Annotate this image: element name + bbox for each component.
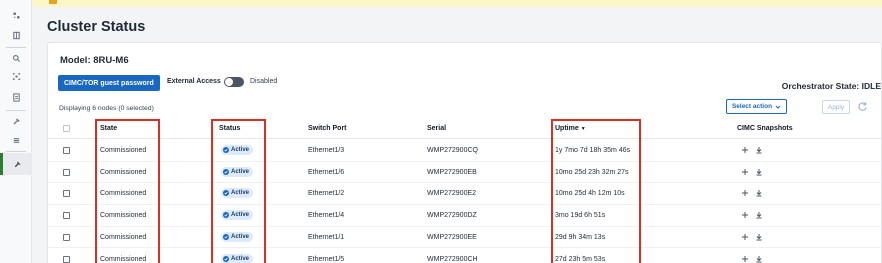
status-label: Active bbox=[231, 233, 250, 240]
table-row[interactable]: Commissioned Active Ethernet1/4 WMP27290… bbox=[48, 205, 882, 227]
status-badge: Active bbox=[221, 210, 254, 221]
serial-cell: WMP272900EB bbox=[427, 168, 477, 176]
row-checkbox[interactable] bbox=[63, 190, 70, 198]
serial-cell: WMP272900DZ bbox=[427, 212, 477, 220]
chevron-down-icon bbox=[775, 105, 781, 109]
uptime-cell: 29d 9h 34m 13s bbox=[555, 233, 606, 241]
switch-port-cell: Ethernet1/1 bbox=[308, 233, 345, 241]
serial-cell: WMP272900EE bbox=[427, 233, 477, 241]
book-icon[interactable] bbox=[0, 24, 32, 46]
status-label: Active bbox=[231, 190, 250, 197]
state-cell: Commissioned bbox=[100, 233, 147, 241]
sort-arrow-icon: ▼ bbox=[580, 126, 586, 132]
status-label: Active bbox=[231, 255, 250, 262]
row-checkbox[interactable] bbox=[63, 212, 70, 220]
page-title: Cluster Status bbox=[47, 19, 146, 35]
switch-port-cell: Ethernet1/3 bbox=[308, 147, 345, 154]
plus-icon[interactable] bbox=[741, 211, 749, 219]
serial-cell: WMP272900CQ bbox=[427, 147, 478, 154]
uptime-cell: 27d 23h 5m 53s bbox=[555, 255, 606, 263]
plus-icon[interactable] bbox=[741, 255, 749, 263]
state-cell: Commissioned bbox=[100, 255, 147, 263]
document-icon[interactable] bbox=[0, 86, 32, 108]
download-icon[interactable] bbox=[755, 233, 763, 241]
wrench-icon[interactable] bbox=[0, 153, 32, 175]
row-checkbox[interactable] bbox=[63, 255, 70, 263]
table-row[interactable]: Commissioned Active Ethernet1/2 WMP27290… bbox=[48, 183, 882, 206]
switch-port-cell: Ethernet1/4 bbox=[308, 212, 345, 220]
status-badge: Active bbox=[221, 166, 254, 177]
status-label: Active bbox=[231, 147, 250, 153]
row-checkbox[interactable] bbox=[63, 168, 70, 176]
plus-icon[interactable] bbox=[741, 189, 749, 197]
table-row[interactable]: Commissioned Active Ethernet1/6 WMP27290… bbox=[48, 162, 882, 184]
column-status[interactable]: Status bbox=[219, 125, 240, 132]
state-cell: Commissioned bbox=[100, 168, 147, 176]
warning-banner bbox=[32, 0, 882, 7]
status-badge: Active bbox=[221, 145, 254, 155]
check-circle-icon bbox=[223, 190, 229, 197]
refresh-icon[interactable] bbox=[857, 101, 868, 112]
state-cell: Commissioned bbox=[100, 147, 147, 154]
state-cell: Commissioned bbox=[100, 190, 147, 198]
column-serial[interactable]: Serial bbox=[427, 125, 446, 132]
check-circle-icon bbox=[223, 212, 229, 219]
table-row[interactable]: Commissioned Active Ethernet1/5 WMP27290… bbox=[48, 249, 882, 263]
select-action-button[interactable]: Select action bbox=[726, 99, 787, 114]
serial-cell: WMP272900E2 bbox=[427, 190, 477, 198]
column-uptime[interactable]: Uptime ▼ bbox=[555, 125, 586, 132]
dashboard-icon[interactable] bbox=[0, 4, 32, 26]
download-icon[interactable] bbox=[755, 189, 763, 197]
left-nav-rail bbox=[0, 0, 32, 263]
switch-port-cell: Ethernet1/5 bbox=[308, 255, 345, 263]
download-icon[interactable] bbox=[755, 211, 763, 219]
select-action-label: Select action bbox=[731, 103, 773, 110]
status-label: Active bbox=[231, 212, 250, 219]
table-row[interactable]: Commissioned Active Ethernet1/3 WMP27290… bbox=[48, 140, 882, 162]
cluster-card: Model: 8RU-M6 CIMC/TOR guest password Ex… bbox=[47, 42, 882, 263]
switch-port-cell: Ethernet1/6 bbox=[308, 168, 345, 176]
uptime-cell: 10mo 25d 23h 32m 27s bbox=[555, 168, 629, 176]
plus-icon[interactable] bbox=[741, 233, 749, 241]
column-uptime-label: Uptime bbox=[555, 125, 579, 132]
status-badge: Active bbox=[221, 231, 254, 242]
uptime-cell: 10mo 25d 4h 12m 10s bbox=[555, 190, 625, 198]
check-circle-icon bbox=[223, 147, 229, 153]
check-circle-icon bbox=[223, 168, 229, 175]
serial-cell: WMP272900CH bbox=[427, 255, 478, 263]
column-switch-port[interactable]: Switch Port bbox=[308, 125, 347, 132]
list-icon[interactable] bbox=[0, 129, 32, 151]
table-row[interactable]: Commissioned Active Ethernet1/1 WMP27290… bbox=[48, 227, 882, 249]
column-state[interactable]: State bbox=[100, 125, 117, 132]
plus-icon[interactable] bbox=[741, 146, 749, 154]
status-badge: Active bbox=[221, 188, 254, 199]
external-access-toggle[interactable] bbox=[224, 77, 244, 87]
download-icon[interactable] bbox=[755, 146, 763, 154]
column-cimc-snapshots[interactable]: CIMC Snapshots bbox=[737, 125, 793, 132]
table-header: State Status Switch Port Serial Uptime ▼… bbox=[48, 119, 882, 139]
apply-button[interactable]: Apply bbox=[822, 100, 850, 114]
check-circle-icon bbox=[223, 233, 229, 240]
download-icon[interactable] bbox=[755, 168, 763, 176]
selection-summary: Displaying 6 nodes (0 selected) bbox=[59, 105, 154, 112]
uptime-cell: 3mo 19d 6h 51s bbox=[555, 212, 606, 220]
uptime-cell: 1y 7mo 7d 18h 35m 46s bbox=[555, 147, 631, 154]
warning-icon bbox=[49, 0, 57, 4]
download-icon[interactable] bbox=[755, 255, 763, 263]
status-badge: Active bbox=[221, 253, 254, 263]
orchestrator-state: Orchestrator State: IDLE bbox=[781, 81, 881, 91]
status-label: Active bbox=[231, 168, 250, 175]
external-access-label: External Access bbox=[167, 78, 221, 85]
row-checkbox[interactable] bbox=[63, 147, 70, 154]
check-circle-icon bbox=[223, 255, 229, 262]
model-label: Model: 8RU-M6 bbox=[60, 55, 129, 66]
switch-port-cell: Ethernet1/2 bbox=[308, 190, 345, 198]
network-icon[interactable] bbox=[0, 65, 32, 87]
row-checkbox[interactable] bbox=[63, 233, 70, 241]
state-cell: Commissioned bbox=[100, 212, 147, 220]
guest-password-button[interactable]: CIMC/TOR guest password bbox=[58, 75, 160, 91]
external-access-state: Disabled bbox=[250, 78, 278, 85]
plus-icon[interactable] bbox=[741, 168, 749, 176]
